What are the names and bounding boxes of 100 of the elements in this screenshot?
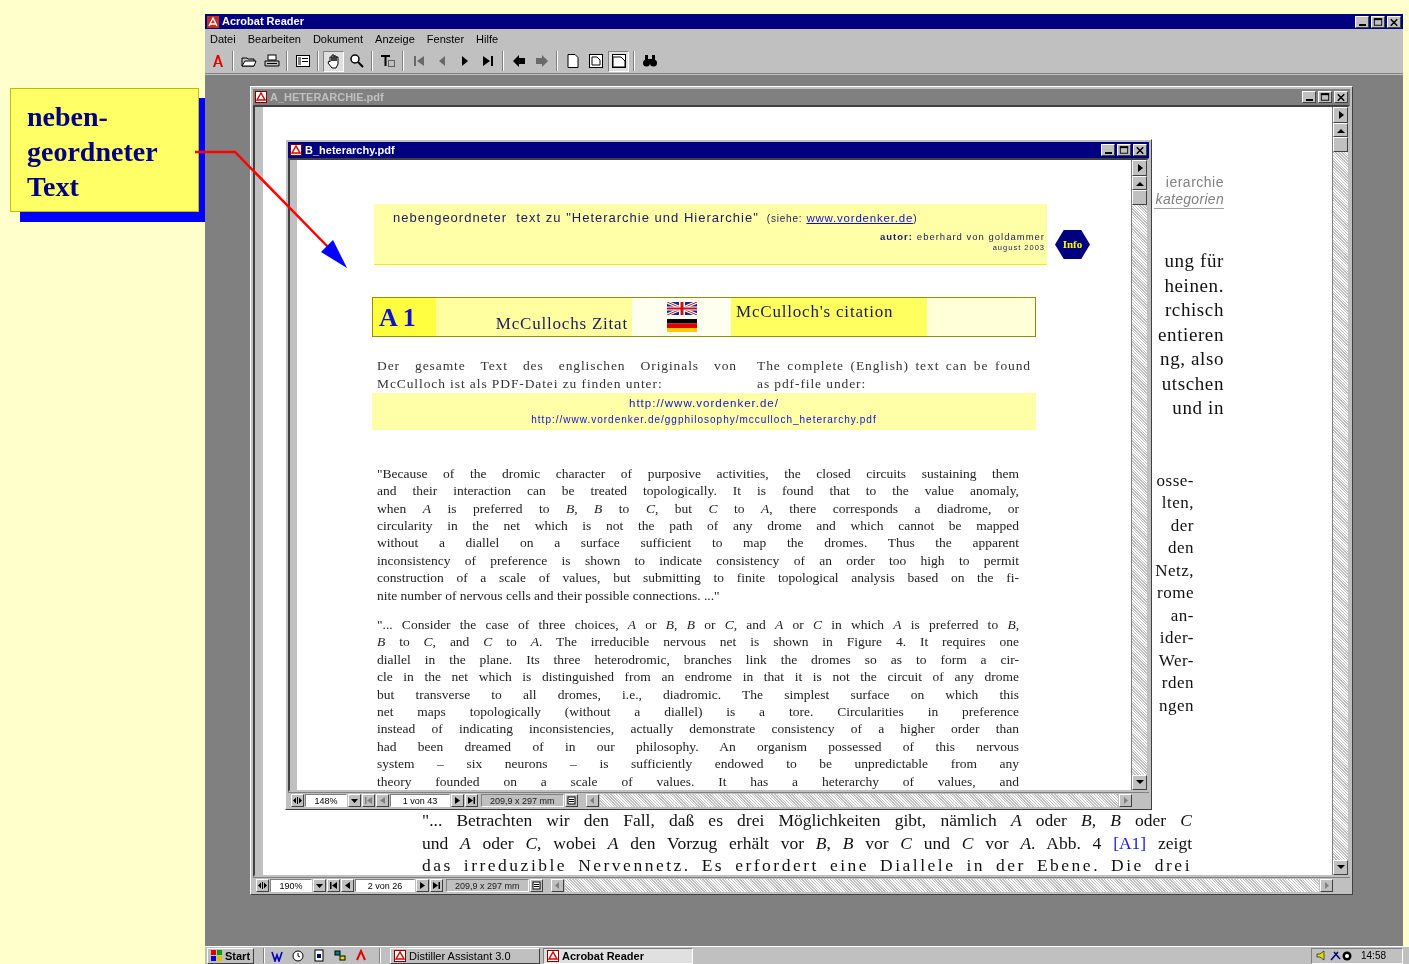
scroll-right-button[interactable] (1320, 878, 1333, 892)
text-line: rchisch (1163, 298, 1224, 322)
scroll-down-button[interactable] (1132, 775, 1147, 790)
menu-item[interactable]: Dokument (311, 32, 365, 46)
page-forward-button[interactable] (1132, 160, 1147, 176)
close-icon (1335, 91, 1347, 103)
text-line: theory founded on a scale of values. It has a heterarchy of values, and (377, 772, 1019, 790)
minimize-button[interactable] (1101, 144, 1115, 156)
zoom-dropdown-button[interactable] (348, 793, 361, 807)
hand-icon (325, 53, 342, 69)
text-line: und in (1171, 396, 1224, 420)
zoom-field[interactable]: 190% (270, 878, 312, 892)
website-link[interactable]: www.vordenker.de (806, 210, 914, 228)
forward-arrow-icon (533, 53, 550, 69)
document-icon (290, 144, 302, 156)
previous-page-button[interactable] (341, 878, 354, 892)
hand-button[interactable] (323, 50, 344, 72)
scroll-right-button[interactable] (1119, 793, 1132, 807)
page-icon (564, 53, 581, 69)
text-line: osse- (1155, 469, 1194, 492)
pan-button[interactable] (256, 878, 269, 892)
scroll-down-button[interactable] (1333, 860, 1348, 875)
document-icon (255, 91, 267, 103)
maximize-button[interactable] (1371, 15, 1385, 28)
text-line: when A is preferred to B, B to C, but C to A, there corresponds a diadrome, or (377, 499, 1019, 517)
section-title: McCullochs Zitat (495, 312, 628, 335)
text-line: den (1166, 537, 1194, 559)
banner-title: nebengeordneter text zu "Heterarchie und Hierarchie" (393, 210, 759, 226)
scroll-left-button[interactable] (550, 878, 564, 892)
pan-button[interactable] (291, 793, 304, 807)
text-line: rden (1160, 672, 1194, 694)
author-name: eberhard von goldammer (916, 231, 1045, 244)
text-line: and their interaction can be treated topologically. It is found that to the value anomaly, (377, 482, 1019, 500)
menu-item[interactable]: Datei (209, 32, 237, 46)
page-panel-icon (294, 53, 311, 69)
text-line: Wer- (1157, 649, 1194, 672)
page-layout-button[interactable] (564, 793, 578, 807)
window-title: Acrobat Reader (222, 15, 305, 28)
taskbar-button[interactable]: Distiller Assistant 3.0 (390, 947, 541, 964)
next-page-button[interactable] (416, 878, 429, 892)
reference-link[interactable]: [A1] (1113, 832, 1147, 853)
menu-item[interactable]: Bearbeiten (246, 32, 302, 46)
close-button[interactable] (1133, 144, 1147, 156)
text-line: ngen (1157, 694, 1194, 717)
text-line: heinen. (1163, 273, 1224, 298)
scroll-thumb[interactable] (1333, 137, 1348, 152)
german-flag-icon (666, 319, 697, 332)
scroll-up-button[interactable] (1132, 176, 1147, 190)
zoom-field[interactable]: 148% (305, 793, 347, 807)
text-line: "... Consider the case of three choices, A or B, B or C, and A or C in which A is preferred to B, (377, 615, 1019, 634)
arrow-down-icon (1135, 780, 1144, 785)
next-page-button[interactable] (451, 793, 464, 807)
page-number-field[interactable]: 1 von 43 (390, 793, 450, 807)
maximize-button[interactable] (1318, 91, 1332, 103)
close-button[interactable] (1334, 91, 1348, 103)
info-badge[interactable]: Info (1055, 230, 1090, 259)
scroll-thumb[interactable] (1132, 190, 1147, 205)
fit-width-button[interactable] (608, 50, 629, 72)
text-line: but transverse to all dromes, i.e., diadromic. The simplest surface on which this (377, 685, 1019, 703)
page-number-field[interactable]: 2 von 26 (355, 878, 415, 892)
text-line: ng, also (1159, 347, 1224, 371)
zoom-dropdown-button[interactable] (313, 878, 326, 892)
page-layout-button[interactable] (529, 878, 543, 892)
menu-item[interactable]: Fenster (425, 32, 466, 46)
scroll-left-icon (587, 795, 597, 805)
taskbar-button[interactable]: Acrobat Reader (543, 947, 694, 964)
last-page-button[interactable] (430, 878, 443, 892)
text-line: had been dreamed of in our philosophy. An organism possessed of this nervous (377, 737, 1019, 756)
maximize-button[interactable] (1117, 144, 1131, 156)
link[interactable]: http://www.vordenker.de/ggphilosophy/mcculloch_heterarchy.pdf (531, 414, 877, 427)
minimize-button[interactable] (1355, 15, 1369, 28)
first-page-icon (364, 795, 373, 805)
menu-item[interactable]: Anzeige (374, 32, 416, 46)
text-line: und A oder C, wobei A den Vorzug erhält vor B, B vor C und C vor A. Abb. 4 [A1] zeigt (422, 831, 1192, 855)
scroll-up-button[interactable] (1333, 123, 1348, 137)
text-line: inconsistency of preference is shown to indicate consistency of an order too high to permit (377, 551, 1019, 570)
last-page-button[interactable] (465, 793, 478, 807)
maximize-icon (1118, 144, 1130, 156)
see-label-end: ) (913, 212, 918, 226)
menu-item[interactable]: Hilfe (475, 32, 500, 46)
scroll-left-button[interactable] (585, 793, 599, 807)
start-button[interactable]: Start (207, 947, 255, 964)
page-size-label: 209,9 x 297 mm (446, 878, 529, 892)
fit-page-icon (587, 53, 604, 69)
text-line: an- (1169, 604, 1194, 627)
link[interactable]: http://www.vordenker.de/ (629, 396, 779, 411)
text-line: das irreduzible Nervennetz. Es erfordert eine Diallele in der Ebene. Die drei (422, 854, 1192, 875)
first-page-button[interactable] (327, 878, 340, 892)
close-icon (1134, 144, 1146, 156)
close-button[interactable] (1387, 15, 1401, 28)
page-size-label: 209,9 x 297 mm (481, 793, 564, 807)
minimize-button[interactable] (1302, 91, 1316, 103)
page-forward-button[interactable] (1333, 107, 1348, 123)
next-page-icon (418, 880, 427, 890)
pan-icon (293, 795, 302, 805)
intro-text: The complete (English) text can be found as pdf-file under: (757, 357, 1031, 393)
next-page-icon (453, 795, 462, 805)
page-layout-icon (566, 795, 576, 805)
text-line: without a diallel on a surface sufficient to map the dromes. Thus the apparent (377, 534, 1019, 552)
text-line: B to C, and C to A. The irreducible nervous net is shown in Figure 4. It requires one (377, 633, 1019, 651)
